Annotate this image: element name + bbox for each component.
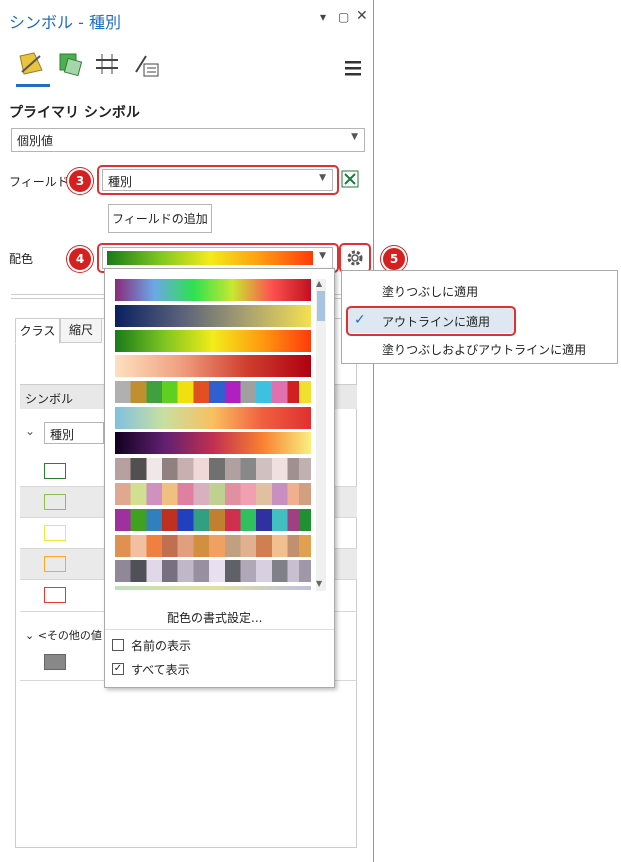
selected-color-ramp [107, 251, 313, 265]
symbol-swatch[interactable] [44, 587, 66, 603]
tab-classes[interactable]: クラス [15, 318, 60, 344]
gear-icon[interactable] [345, 248, 365, 271]
callout-badge-3: 3 [67, 168, 93, 194]
chevron-down-icon[interactable]: ⌄ [25, 424, 35, 438]
gear-context-menu: 塗りつぶしに適用 ✓ アウトラインに適用 塗りつぶしおよびアウトラインに適用 [341, 270, 618, 364]
field-select[interactable]: 種別 ▼ [102, 169, 333, 191]
primary-symbol-heading: プライマリ シンボル [9, 105, 140, 121]
excel-icon[interactable] [341, 170, 359, 191]
chevron-down-icon: ▼ [319, 173, 326, 183]
check-icon: ✓ [354, 312, 366, 328]
advanced-symbology-icon[interactable] [94, 52, 120, 79]
symbol-swatch[interactable] [44, 463, 66, 479]
scrollbar-thumb[interactable] [317, 291, 325, 321]
color-scheme-select[interactable]: ▼ [102, 247, 333, 269]
pane-title: シンボル - 種別 [9, 13, 121, 32]
format-color-scheme-link[interactable]: 配色の書式設定... [167, 609, 262, 626]
other-values-label: <その他の値 [37, 629, 102, 642]
color-ramp-option[interactable] [115, 407, 311, 429]
vary-symbology-icon[interactable] [56, 50, 84, 81]
callout-badge-5: 5 [381, 246, 407, 272]
tab-scale[interactable]: 縮尺 [60, 318, 102, 343]
label-icon[interactable] [132, 52, 160, 81]
callout-badge-4: 4 [67, 246, 93, 272]
color-ramp-option[interactable] [115, 330, 311, 352]
active-tab-indicator [16, 84, 50, 87]
group-value: 種別 [50, 428, 75, 442]
show-all-label: すべて表示 [131, 663, 190, 677]
show-all-checkbox[interactable]: ✓ [112, 663, 124, 675]
symbol-swatch[interactable] [44, 525, 66, 541]
color-ramp-option[interactable] [115, 586, 311, 590]
scroll-down-icon[interactable]: ▼ [316, 579, 322, 588]
pin-icon[interactable]: ▾ [320, 10, 326, 24]
color-scheme-dropdown: ▲ ▼ 配色の書式設定... 名前の表示 ✓ すべて表示 [104, 268, 335, 688]
scrollbar[interactable]: ▲ ▼ [316, 279, 326, 591]
color-ramp-option[interactable] [115, 355, 311, 377]
show-names-label: 名前の表示 [131, 639, 192, 653]
hamburger-menu-icon[interactable] [345, 60, 363, 79]
group-field-box[interactable]: 種別 [44, 422, 104, 444]
menu-item-apply-outline[interactable]: アウトラインに適用 [382, 313, 490, 330]
color-ramp-option[interactable] [115, 458, 311, 480]
menu-item-apply-fill-and-outline[interactable]: 塗りつぶしおよびアウトラインに適用 [382, 341, 586, 358]
chevron-down-icon: ⌄ [25, 629, 38, 642]
other-values-group[interactable]: ⌄ <その他の値 [25, 627, 102, 643]
field-value: 種別 [108, 175, 133, 189]
add-field-button[interactable]: フィールドの追加 [108, 204, 212, 233]
color-ramp-option[interactable] [115, 432, 311, 454]
chevron-down-icon: ▼ [351, 132, 358, 142]
color-scheme-label: 配色 [9, 252, 34, 266]
symbology-tab-icon[interactable] [16, 50, 46, 81]
method-select[interactable]: 個別値 ▼ [11, 128, 365, 152]
symbol-swatch[interactable] [44, 494, 66, 510]
chevron-down-icon: ▼ [319, 251, 326, 261]
color-ramp-option[interactable] [115, 279, 311, 301]
divider [105, 629, 334, 630]
color-ramp-option[interactable] [115, 381, 311, 403]
color-ramp-option[interactable] [115, 560, 311, 582]
method-value: 個別値 [17, 134, 54, 148]
menu-item-apply-fill[interactable]: 塗りつぶしに適用 [382, 283, 478, 300]
maximize-icon[interactable]: ▢ [338, 10, 349, 24]
table-header-symbol: シンボル [25, 392, 74, 406]
other-symbol-swatch[interactable] [44, 654, 66, 670]
color-ramp-option[interactable] [115, 305, 311, 327]
color-ramp-option[interactable] [115, 509, 311, 531]
show-names-checkbox[interactable] [112, 639, 124, 651]
color-ramp-option[interactable] [115, 483, 311, 505]
scroll-up-icon[interactable]: ▲ [316, 279, 322, 288]
close-icon[interactable]: ✕ [356, 8, 368, 24]
color-ramp-option[interactable] [115, 535, 311, 557]
symbol-swatch[interactable] [44, 556, 66, 572]
